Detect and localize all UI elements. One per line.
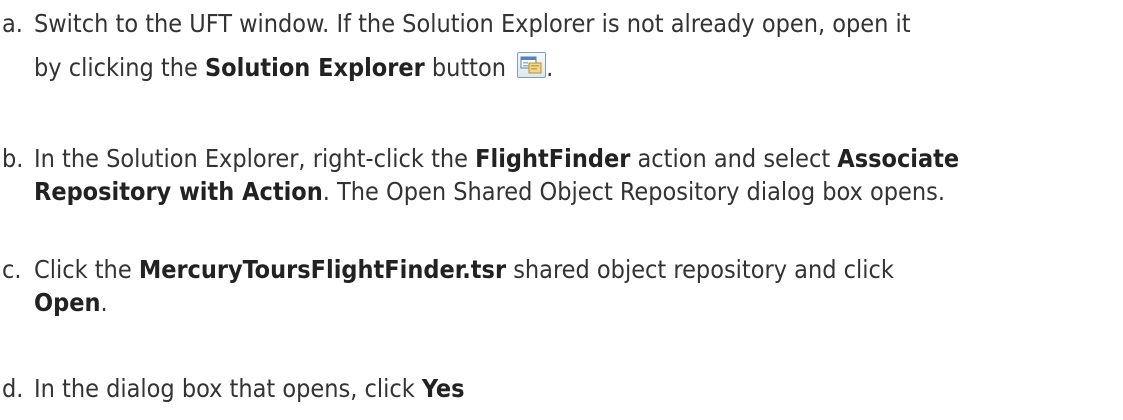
ui-term-solution-explorer: Solution Explorer [204, 53, 425, 82]
step-text-run: Click the [34, 255, 139, 284]
ui-term-open: Open [34, 288, 101, 317]
solution-explorer-icon [517, 52, 547, 78]
step-line: Click the MercuryToursFlightFinder.tsr s… [34, 253, 1123, 286]
step-line: Repository with Action. The Open Shared … [34, 175, 1123, 208]
step-text: In the dialog box that opens, click Yes [34, 372, 1123, 405]
step-text: In the Solution Explorer, right-click th… [34, 142, 1123, 208]
step-marker: c. [2, 255, 22, 284]
step-text-run: shared object repository and click [506, 255, 894, 284]
step-line: In the dialog box that opens, click Yes [34, 372, 1123, 405]
ui-term-repository-file: MercuryToursFlightFinder.tsr [138, 255, 507, 284]
ui-term-yes: Yes [421, 374, 465, 403]
step-line: Open. [34, 286, 1123, 319]
ui-term-repository-with-action: Repository with Action [34, 177, 323, 206]
step-text-run: by clicking the [34, 53, 205, 82]
step-text: Click the MercuryToursFlightFinder.tsr s… [34, 253, 1123, 319]
ui-term-flightfinder: FlightFinder [475, 144, 631, 173]
step-text: Switch to the UFT window. If the Solutio… [34, 7, 1123, 84]
step-line: by clicking the Solution Explorer button… [34, 51, 1123, 84]
step-text-run: . [546, 53, 554, 82]
ui-term-associate: Associate [837, 144, 960, 173]
step-text-run: Switch to the UFT window. If the Solutio… [34, 9, 911, 38]
step-marker: b. [2, 144, 24, 173]
step-line: In the Solution Explorer, right-click th… [34, 142, 1123, 175]
step-text-run: . The Open Shared Object Repository dial… [322, 177, 945, 206]
step-text-run: button [424, 53, 514, 82]
step-marker: a. [2, 9, 23, 38]
step-text-run: action and select [630, 144, 838, 173]
step-marker: d. [2, 374, 24, 403]
step-line: Switch to the UFT window. If the Solutio… [34, 7, 1123, 40]
step-text-run: In the Solution Explorer, right-click th… [34, 144, 476, 173]
step-text-run: In the dialog box that opens, click [34, 374, 422, 403]
step-text-run: . [100, 288, 108, 317]
